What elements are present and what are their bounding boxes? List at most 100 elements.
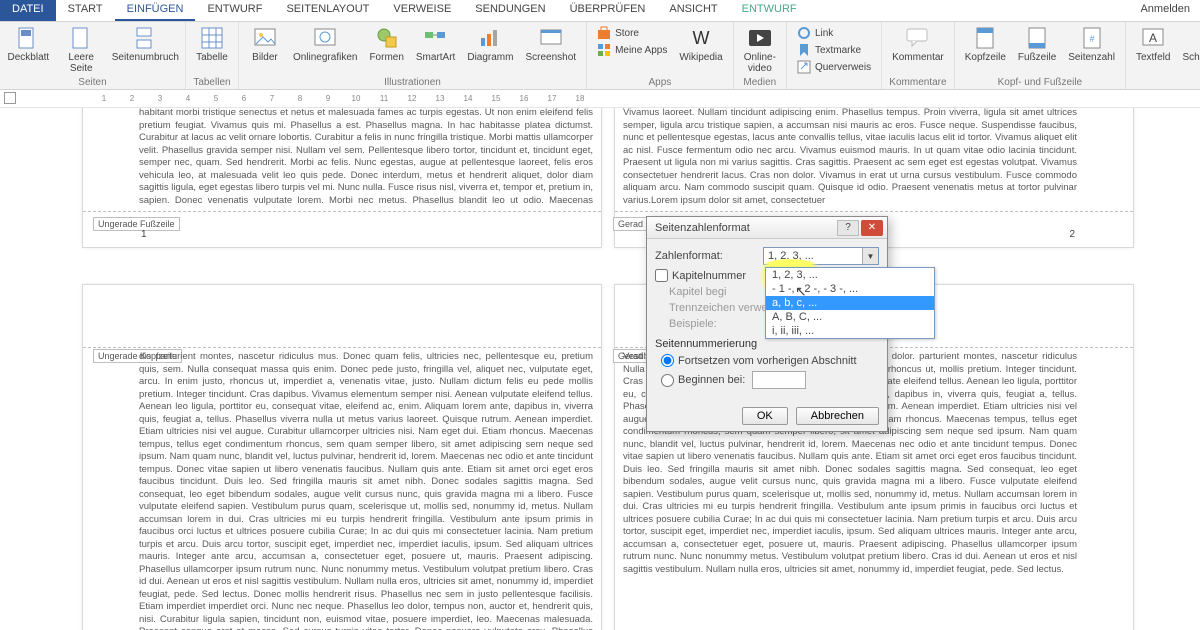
include-chapter-label: Kapitelnummer [672, 270, 746, 282]
chart-label: Diagramm [467, 52, 513, 63]
cover-page-icon [16, 26, 40, 50]
ok-button[interactable]: OK [742, 407, 788, 425]
tab-context-design[interactable]: ENTWURF [730, 0, 809, 21]
tab-review[interactable]: ÜBERPRÜFEN [558, 0, 658, 21]
page-break-label: Seitenumbruch [112, 52, 179, 63]
blank-page-button[interactable]: Leere Seite [55, 24, 108, 76]
format-option[interactable]: A, B, C, ... [766, 310, 934, 324]
ruler-mark: 8 [286, 94, 314, 103]
even-footer-tag[interactable]: Gerad [613, 217, 648, 231]
screenshot-button[interactable]: Screenshot [521, 24, 580, 65]
comment-button[interactable]: Kommentar [888, 24, 948, 65]
my-apps-button[interactable]: Meine Apps [595, 42, 669, 58]
chart-icon [478, 26, 502, 50]
table-label: Tabelle [196, 52, 228, 63]
smartart-button[interactable]: SmartArt [412, 24, 459, 65]
ruler-mark: 15 [482, 94, 510, 103]
include-chapter-checkbox[interactable] [655, 269, 668, 282]
footer-icon [1025, 26, 1049, 50]
tab-mailings[interactable]: SENDUNGEN [463, 0, 557, 21]
continue-radio[interactable] [661, 354, 674, 367]
group-text-label: Text [1132, 76, 1200, 88]
pictures-icon [253, 26, 277, 50]
begin-at-input[interactable] [752, 371, 806, 389]
tab-stop-selector[interactable] [4, 92, 16, 104]
body-text: dis parturient montes, nascetur ridiculu… [139, 351, 593, 630]
comment-icon [906, 26, 930, 50]
ruler-mark: 11 [370, 94, 398, 103]
page-number-2: 2 [1069, 229, 1075, 240]
blank-page-icon [69, 26, 93, 50]
tab-references[interactable]: VERWEISE [381, 0, 463, 21]
group-illustrations-label: Illustrationen [245, 76, 580, 88]
shapes-button[interactable]: Formen [365, 24, 407, 65]
dialog-close-button[interactable]: ✕ [861, 220, 883, 236]
page-number-button[interactable]: # Seitenzahl [1064, 24, 1119, 65]
group-media: Online-video Medien [734, 22, 787, 89]
dialog-help-button[interactable]: ? [837, 220, 859, 236]
textbox-button[interactable]: ATextfeld [1132, 24, 1174, 65]
cancel-button[interactable]: Abbrechen [796, 407, 879, 425]
quickparts-button[interactable]: Schnellbausteine [1178, 24, 1200, 65]
number-format-dropdown: 1, 2, 3, ...- 1 -, - 2 -, - 3 -, ...a, b… [765, 267, 935, 339]
page-break-button[interactable]: Seitenumbruch [112, 24, 179, 65]
wikipedia-button[interactable]: WWikipedia [675, 24, 726, 65]
cover-page-button[interactable]: Deckblatt [6, 24, 51, 65]
tab-start[interactable]: START [56, 0, 115, 21]
screenshot-icon [539, 26, 563, 50]
login-link[interactable]: Anmelden [1130, 0, 1200, 21]
crossref-button[interactable]: Querverweis [795, 59, 873, 75]
group-tables-label: Tabellen [192, 76, 232, 88]
pictures-button[interactable]: Bilder [245, 24, 285, 65]
bookmark-label: Textmarke [815, 45, 861, 56]
number-format-combo[interactable]: 1, 2, 3, ... ▼ [763, 247, 879, 265]
header-button[interactable]: Kopfzeile [961, 24, 1010, 65]
page-1-bottom[interactable]: habitant morbi tristique senectus et net… [82, 108, 602, 248]
bookmark-button[interactable]: Textmarke [795, 42, 873, 58]
page-number-icon: # [1080, 26, 1104, 50]
online-video-button[interactable]: Online-video [740, 24, 780, 76]
pictures-label: Bilder [252, 52, 278, 63]
ruler-mark: 18 [566, 94, 594, 103]
group-links-label [793, 76, 875, 88]
tab-design[interactable]: ENTWURF [195, 0, 274, 21]
ruler-mark: 12 [398, 94, 426, 103]
page-3[interactable]: Ungerade Kopfzeile dis parturient montes… [82, 284, 602, 630]
ruler-mark: 3 [146, 94, 174, 103]
svg-text:#: # [1089, 34, 1094, 44]
ruler-mark: 7 [258, 94, 286, 103]
textbox-icon: A [1141, 26, 1165, 50]
odd-footer-tag[interactable]: Ungerade Fußzeile [93, 217, 180, 231]
table-button[interactable]: Tabelle [192, 24, 232, 65]
online-pictures-icon [313, 26, 337, 50]
ruler-mark: 6 [230, 94, 258, 103]
chart-button[interactable]: Diagramm [463, 24, 517, 65]
tab-layout[interactable]: SEITENLAYOUT [274, 0, 381, 21]
format-option[interactable]: i, ii, iii, ... [766, 324, 934, 338]
online-pictures-button[interactable]: Onlinegrafiken [289, 24, 361, 65]
tab-file[interactable]: DATEI [0, 0, 56, 21]
chevron-down-icon[interactable]: ▼ [862, 248, 878, 264]
begin-at-radio[interactable] [661, 374, 674, 387]
format-option[interactable]: 1, 2, 3, ... [766, 268, 934, 282]
tab-view[interactable]: ANSICHT [657, 0, 729, 21]
smartart-label: SmartArt [416, 52, 455, 63]
online-pictures-label: Onlinegrafiken [293, 52, 357, 63]
format-option[interactable]: - 1 -, - 2 -, - 3 -, ... [766, 282, 934, 296]
horizontal-ruler[interactable]: 123456789101112131415161718 [0, 90, 1200, 108]
dialog-titlebar[interactable]: Seitenzahlenformat ? ✕ [647, 217, 887, 239]
footer-button[interactable]: Fußzeile [1014, 24, 1060, 65]
link-icon [797, 26, 811, 40]
page-numbering-label: Seitennummerierung [655, 338, 879, 350]
group-header-footer-label: Kopf- und Fußzeile [961, 76, 1119, 88]
comment-label: Kommentar [892, 52, 944, 63]
tab-insert[interactable]: EINFÜGEN [115, 0, 196, 21]
ruler-mark: 14 [454, 94, 482, 103]
page-number-1: 1 [141, 229, 147, 240]
wikipedia-icon: W [689, 26, 713, 50]
link-label: Link [815, 28, 833, 39]
store-button[interactable]: Store [595, 25, 669, 41]
link-button[interactable]: Link [795, 25, 873, 41]
format-option[interactable]: a, b, c, ... [766, 296, 934, 310]
page-number-label: Seitenzahl [1068, 52, 1115, 63]
